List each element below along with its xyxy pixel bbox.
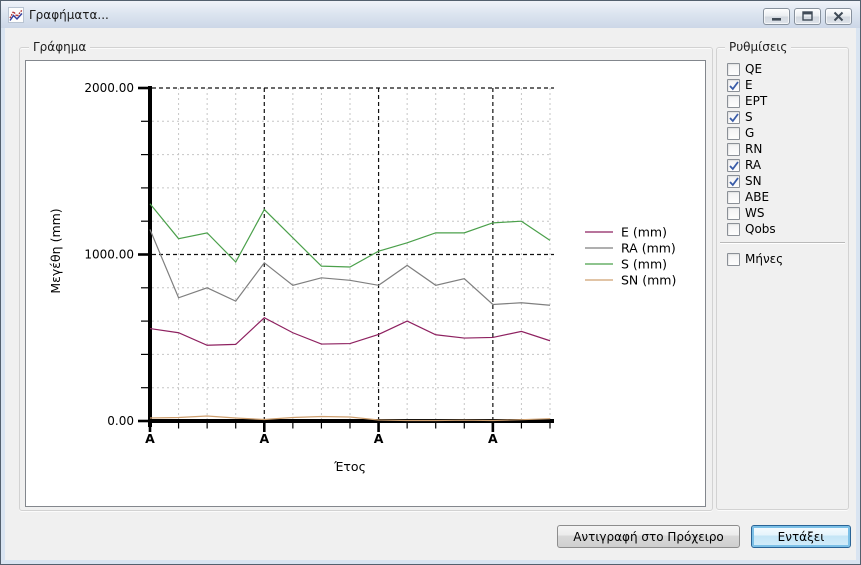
- settings-separator: [720, 242, 845, 243]
- checkbox-RA[interactable]: RA: [727, 157, 761, 173]
- check-icon: [727, 174, 741, 188]
- WS-checkbox-label: WS: [745, 206, 764, 220]
- RA-checkbox-label: RA: [745, 158, 761, 172]
- title-bar[interactable]: Γραφήματα...: [1, 1, 860, 28]
- y-tick-label: 0.00: [107, 414, 134, 428]
- ABE-checkbox-label: ABE: [745, 190, 769, 204]
- checkbox-E[interactable]: E: [727, 77, 753, 93]
- settings-group-label: Ρυθμίσεις: [725, 40, 791, 55]
- E-checkbox-label: E: [745, 78, 753, 92]
- RN-checkbox-label: RN: [745, 142, 762, 156]
- legend-label-E: E (mm): [621, 225, 667, 240]
- chart-group-label: Γράφημα: [29, 40, 90, 55]
- checkbox-QE[interactable]: QE: [727, 61, 762, 77]
- check-icon: [727, 78, 741, 92]
- maximize-button[interactable]: [794, 8, 821, 25]
- months-checkbox-box[interactable]: [727, 253, 740, 266]
- RN-checkbox-box[interactable]: [727, 143, 740, 156]
- EPT-checkbox-box[interactable]: [727, 95, 740, 108]
- Qobs-checkbox-label: Qobs: [745, 222, 776, 236]
- checkbox-RN[interactable]: RN: [727, 141, 762, 157]
- y-tick-label: 2000.00: [84, 81, 134, 95]
- check-icon: [727, 110, 741, 124]
- legend-label-S: S (mm): [621, 257, 667, 272]
- months-checkbox-label: Μήνες: [745, 252, 783, 266]
- dialog-window: Γραφήματα... Γράφημα 0.00 1000.00 2000.00 A…: [0, 0, 861, 565]
- x-tick-label: A: [145, 431, 155, 446]
- G-checkbox-box[interactable]: [727, 127, 740, 140]
- chart-panel: 0.00 1000.00 2000.00 A A A A Έτος Μεγέθη (mm) E (…: [25, 60, 706, 507]
- EPT-checkbox-label: EPT: [745, 94, 767, 108]
- Qobs-checkbox-box[interactable]: [727, 223, 740, 236]
- check-icon: [727, 158, 741, 172]
- minimize-button[interactable]: [763, 8, 790, 25]
- checkbox-Qobs[interactable]: Qobs: [727, 221, 776, 237]
- x-tick-label: A: [259, 431, 269, 446]
- legend-label-RA: RA (mm): [621, 241, 676, 256]
- checkbox-G[interactable]: G: [727, 125, 754, 141]
- maximize-icon: [800, 11, 815, 22]
- E-checkbox-box[interactable]: [727, 79, 740, 92]
- WS-checkbox-box[interactable]: [727, 207, 740, 220]
- y-axis-title: Μεγέθη (mm): [48, 208, 63, 293]
- checkbox-WS[interactable]: WS: [727, 205, 764, 221]
- legend-label-SN: SN (mm): [621, 273, 676, 288]
- window-title: Γραφήματα...: [29, 8, 109, 22]
- checkbox-S[interactable]: S: [727, 109, 753, 125]
- close-button[interactable]: [825, 8, 852, 25]
- ABE-checkbox-box[interactable]: [727, 191, 740, 204]
- x-tick-label: A: [488, 431, 498, 446]
- QE-checkbox-box[interactable]: [727, 63, 740, 76]
- close-icon: [831, 11, 846, 22]
- checkbox-SN[interactable]: SN: [727, 173, 762, 189]
- x-tick-label: A: [374, 431, 384, 446]
- RA-checkbox-box[interactable]: [727, 159, 740, 172]
- x-axis-title: Έτος: [333, 459, 366, 474]
- y-tick-label: 1000.00: [84, 248, 134, 262]
- G-checkbox-label: G: [745, 126, 754, 140]
- ok-button[interactable]: Εντάξει: [751, 525, 851, 548]
- series-line-E: [150, 318, 550, 345]
- checkbox-months[interactable]: Μήνες: [727, 251, 783, 267]
- chart: 0.00 1000.00 2000.00 A A A A Έτος Μεγέθη (mm) E (…: [26, 61, 703, 504]
- app-icon: [8, 7, 24, 23]
- SN-checkbox-label: SN: [745, 174, 762, 188]
- S-checkbox-label: S: [745, 110, 753, 124]
- window-controls: [763, 8, 852, 25]
- SN-checkbox-box[interactable]: [727, 175, 740, 188]
- QE-checkbox-label: QE: [745, 62, 762, 76]
- minimize-icon: [769, 11, 784, 22]
- copy-to-clipboard-button[interactable]: Αντιγραφή στο Πρόχειρο: [557, 525, 740, 548]
- checkbox-ABE[interactable]: ABE: [727, 189, 769, 205]
- dialog-client-area: Γράφημα 0.00 1000.00 2000.00 A A A A Έτος Μεγέθη…: [5, 28, 856, 560]
- S-checkbox-box[interactable]: [727, 111, 740, 124]
- checkbox-EPT[interactable]: EPT: [727, 93, 767, 109]
